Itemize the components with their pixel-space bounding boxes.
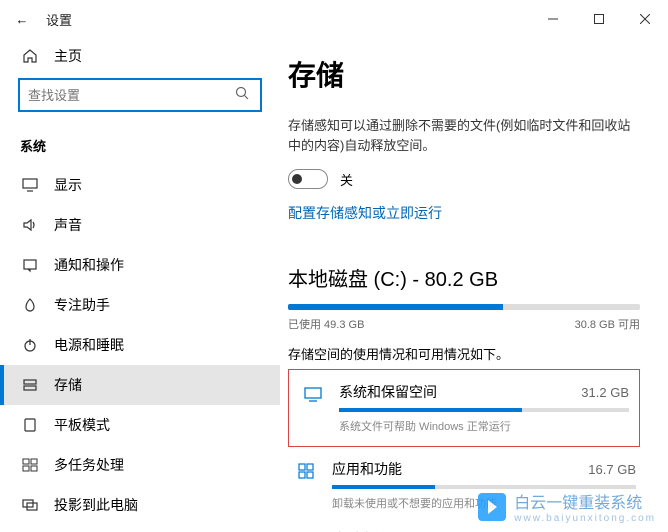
search-input[interactable] — [28, 88, 232, 103]
nav-item-notifications[interactable]: 通知和操作 — [0, 245, 280, 285]
power-icon — [20, 337, 40, 353]
search-icon — [232, 86, 252, 105]
category-bar — [339, 408, 629, 412]
back-button[interactable]: ← — [10, 7, 34, 31]
disk-used-label: 已使用 49.3 GB — [288, 316, 364, 332]
notifications-icon — [20, 257, 40, 273]
maximize-button[interactable] — [576, 3, 622, 35]
nav-label: 平板模式 — [54, 415, 110, 435]
project-icon — [20, 497, 40, 513]
multitask-icon — [20, 457, 40, 473]
watermark-icon — [478, 493, 506, 521]
nav-label: 通知和操作 — [54, 255, 124, 275]
storage-sense-description: 存储感知可以通过删除不需要的文件(例如临时文件和回收站中的内容)自动释放空间。 — [288, 116, 640, 155]
disk-usage-bar — [288, 304, 640, 310]
nav-item-sound[interactable]: 声音 — [0, 205, 280, 245]
configure-storage-sense-link[interactable]: 配置存储感知或立即运行 — [288, 203, 640, 223]
watermark: 白云一键重装系统 www.baiyunxitong.com — [478, 489, 656, 524]
sidebar: 主页 系统 显示声音通知和操作专注助手电源和睡眠存储平板模式多任务处理投影到此电… — [0, 38, 280, 532]
category-size: 31.2 GB — [581, 385, 629, 400]
nav-label: 多任务处理 — [54, 455, 124, 475]
app-title: 设置 — [46, 10, 72, 29]
category-icon — [292, 461, 320, 481]
group-header: 系统 — [0, 128, 280, 165]
watermark-url: www.baiyunxitong.com — [514, 513, 656, 524]
category-subtitle: 系统文件可帮助 Windows 正常运行 — [339, 418, 629, 434]
nav-label: 专注助手 — [54, 295, 110, 315]
focus-icon — [20, 297, 40, 313]
home-icon — [20, 48, 40, 64]
nav-label: 显示 — [54, 175, 82, 195]
nav-label: 投影到此电脑 — [54, 495, 138, 515]
sound-icon — [20, 217, 40, 233]
nav-item-display[interactable]: 显示 — [0, 165, 280, 205]
toggle-state-label: 关 — [340, 170, 353, 189]
storage-category[interactable]: 系统和保留空间 31.2 GB 系统文件可帮助 Windows 正常运行 — [295, 372, 633, 442]
nav-label: 声音 — [54, 215, 82, 235]
minimize-button[interactable] — [530, 3, 576, 35]
tablet-icon — [20, 417, 40, 433]
watermark-text: 白云一键重装系统 — [514, 489, 656, 513]
nav-item-tablet[interactable]: 平板模式 — [0, 405, 280, 445]
disk-title: 本地磁盘 (C:) - 80.2 GB — [288, 263, 640, 292]
storage-sense-toggle[interactable] — [288, 169, 328, 189]
nav-item-multitask[interactable]: 多任务处理 — [0, 445, 280, 485]
nav-item-power[interactable]: 电源和睡眠 — [0, 325, 280, 365]
storage-usage-note: 存储空间的使用情况和可用情况如下。 — [288, 344, 640, 363]
category-size: 16.7 GB — [588, 462, 636, 477]
display-icon — [20, 177, 40, 193]
category-name: 应用和功能 — [332, 459, 402, 479]
nav-item-project[interactable]: 投影到此电脑 — [0, 485, 280, 525]
nav-item-storage[interactable]: 存储 — [0, 365, 280, 405]
disk-free-label: 30.8 GB 可用 — [575, 316, 640, 332]
nav-label: 电源和睡眠 — [54, 335, 124, 355]
nav-item-focus[interactable]: 专注助手 — [0, 285, 280, 325]
home-nav[interactable]: 主页 — [0, 38, 280, 78]
close-button[interactable] — [622, 3, 668, 35]
nav-label: 存储 — [54, 375, 82, 395]
category-icon — [299, 384, 327, 404]
main-panel: 存储 存储感知可以通过删除不需要的文件(例如临时文件和回收站中的内容)自动释放空… — [280, 38, 668, 532]
storage-icon — [20, 377, 40, 393]
search-box[interactable] — [18, 78, 262, 112]
page-title: 存储 — [288, 54, 640, 94]
category-name: 系统和保留空间 — [339, 382, 437, 402]
home-label: 主页 — [54, 46, 82, 66]
